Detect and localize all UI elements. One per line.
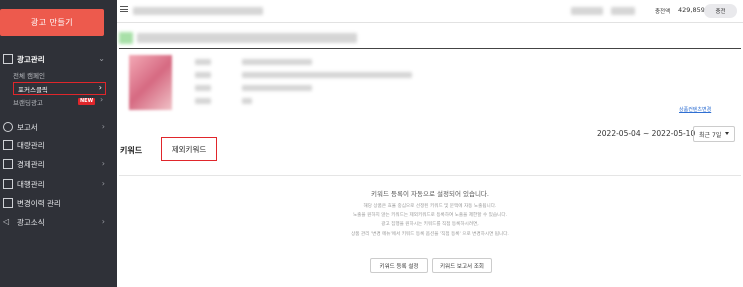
blurred-user-name [611,7,635,15]
building-icon [3,179,13,189]
sidebar-item-finance[interactable]: 경제관리 › [0,155,117,173]
menu-icon[interactable] [120,6,128,12]
main-content: 상품컨텐츠변경 2022-05-04 ~ 2022-05-10 최근 7일 키워… [117,23,743,287]
product-thumbnail [129,55,172,110]
keyword-heading: 키워드 [120,146,143,155]
blurred-field-label [195,98,211,104]
sidebar-item-bulk-management[interactable]: 대량관리 [0,136,117,154]
chevron-right-icon: › [100,95,104,104]
top-bar: 충전액 429,859 충전 [117,0,743,23]
blurred-field-value [242,85,312,91]
keyword-report-button[interactable]: 키워드 보고서 조회 [432,258,492,273]
sidebar-item-label: 광고관리 [17,54,45,64]
sidebar-item-ad-news[interactable]: ◁ 광고소식 › [0,213,117,231]
product-change-link[interactable]: 상품컨텐츠변경 [679,106,711,113]
blurred-campaign-status [119,32,133,44]
blurred-user-id [571,7,603,15]
campaign-divider [119,48,741,49]
notice-line: 노출을 원하지 않는 키워드는 제외키워드로 등록하여 노출을 제한할 수 있습… [352,213,508,218]
period-select[interactable]: 최근 7일 [693,126,735,142]
chevron-right-icon: › [101,217,105,226]
blurred-account-info [133,7,263,15]
clock-icon [3,122,13,132]
sidebar-item-ad-management[interactable]: 광고관리 ⌄ [0,50,117,68]
notice-line: 상품 관리 '변경 메뉴'에서 키워드 등록 옵션을 '직접 등록' 으로 변경… [351,232,509,237]
blurred-field-value [242,72,412,78]
grid-icon [3,54,13,64]
sidebar-subitem-focus-click[interactable]: 포커스클릭 › [13,82,106,95]
document-icon [3,140,13,150]
history-icon [3,198,13,208]
chevron-right-icon: › [101,159,105,168]
sidebar-item-label: 대행관리 [17,179,45,189]
date-range[interactable]: 2022-05-04 ~ 2022-05-10 [597,129,695,138]
sidebar-item-label: 보고서 [17,122,38,132]
auto-registration-message: 키워드 등록이 자동으로 설정되어 있습니다. [371,190,489,198]
new-badge: NEW [78,98,96,105]
chevron-right-icon: › [101,179,105,188]
sidebar-subitem-all-campaigns[interactable]: 전체 캠페인 [13,69,45,81]
sidebar-item-label: 광고소식 [17,217,45,227]
blurred-field-label [195,85,211,91]
sidebar-subitem-label: 전체 캠페인 [13,72,45,80]
blurred-field-label [195,59,211,65]
blurred-field-value [242,59,312,65]
sidebar-item-agency[interactable]: 대행관리 › [0,175,117,193]
keyword-divider [119,175,741,176]
sidebar-subitem-label: 포커스클릭 [18,85,48,94]
megaphone-icon: ◁ [3,217,10,226]
sidebar-item-report[interactable]: 보고서 › [0,118,117,136]
notice-line: 광고 집행을 원하시는 키워드를 직접 등록하시려면, [381,222,479,227]
sidebar-item-label: 대량관리 [17,140,45,150]
blurred-field-value [242,98,252,104]
blurred-campaign-title [137,33,357,43]
period-select-value: 최근 7일 [699,131,722,139]
chevron-down-icon: ⌄ [98,54,105,63]
caret-down-icon [725,132,729,135]
balance-label: 충전액 [655,9,671,15]
wallet-icon [3,159,13,169]
sidebar-item-label: 경제관리 [17,159,45,169]
charge-button[interactable]: 충전 [704,4,737,18]
keyword-register-settings-button[interactable]: 키워드 등록 설정 [370,258,428,273]
sidebar-item-label: 변경이력 관리 [17,198,61,208]
chevron-right-icon: › [101,122,105,131]
blurred-field-label [195,72,211,78]
sidebar-subitem-branding[interactable]: 브랜딩광고 › [13,95,103,108]
chevron-right-icon: › [98,83,102,92]
notice-line: 해당 상품은 효율 중심으로 선정된 키워드 및 문맥에 자동 노출됩니다. [363,204,497,209]
sidebar: 광고 만들기 광고관리 ⌄ 전체 캠페인 포커스클릭 › 브랜딩광고 › NEW… [0,0,117,287]
create-ad-button[interactable]: 광고 만들기 [0,9,104,36]
sidebar-item-change-history[interactable]: 변경이력 관리 [0,194,117,212]
tab-excluded-keywords[interactable]: 제외키워드 [161,137,217,161]
balance-value: 429,859 [678,6,705,14]
sidebar-subitem-label: 브랜딩광고 [13,99,43,107]
